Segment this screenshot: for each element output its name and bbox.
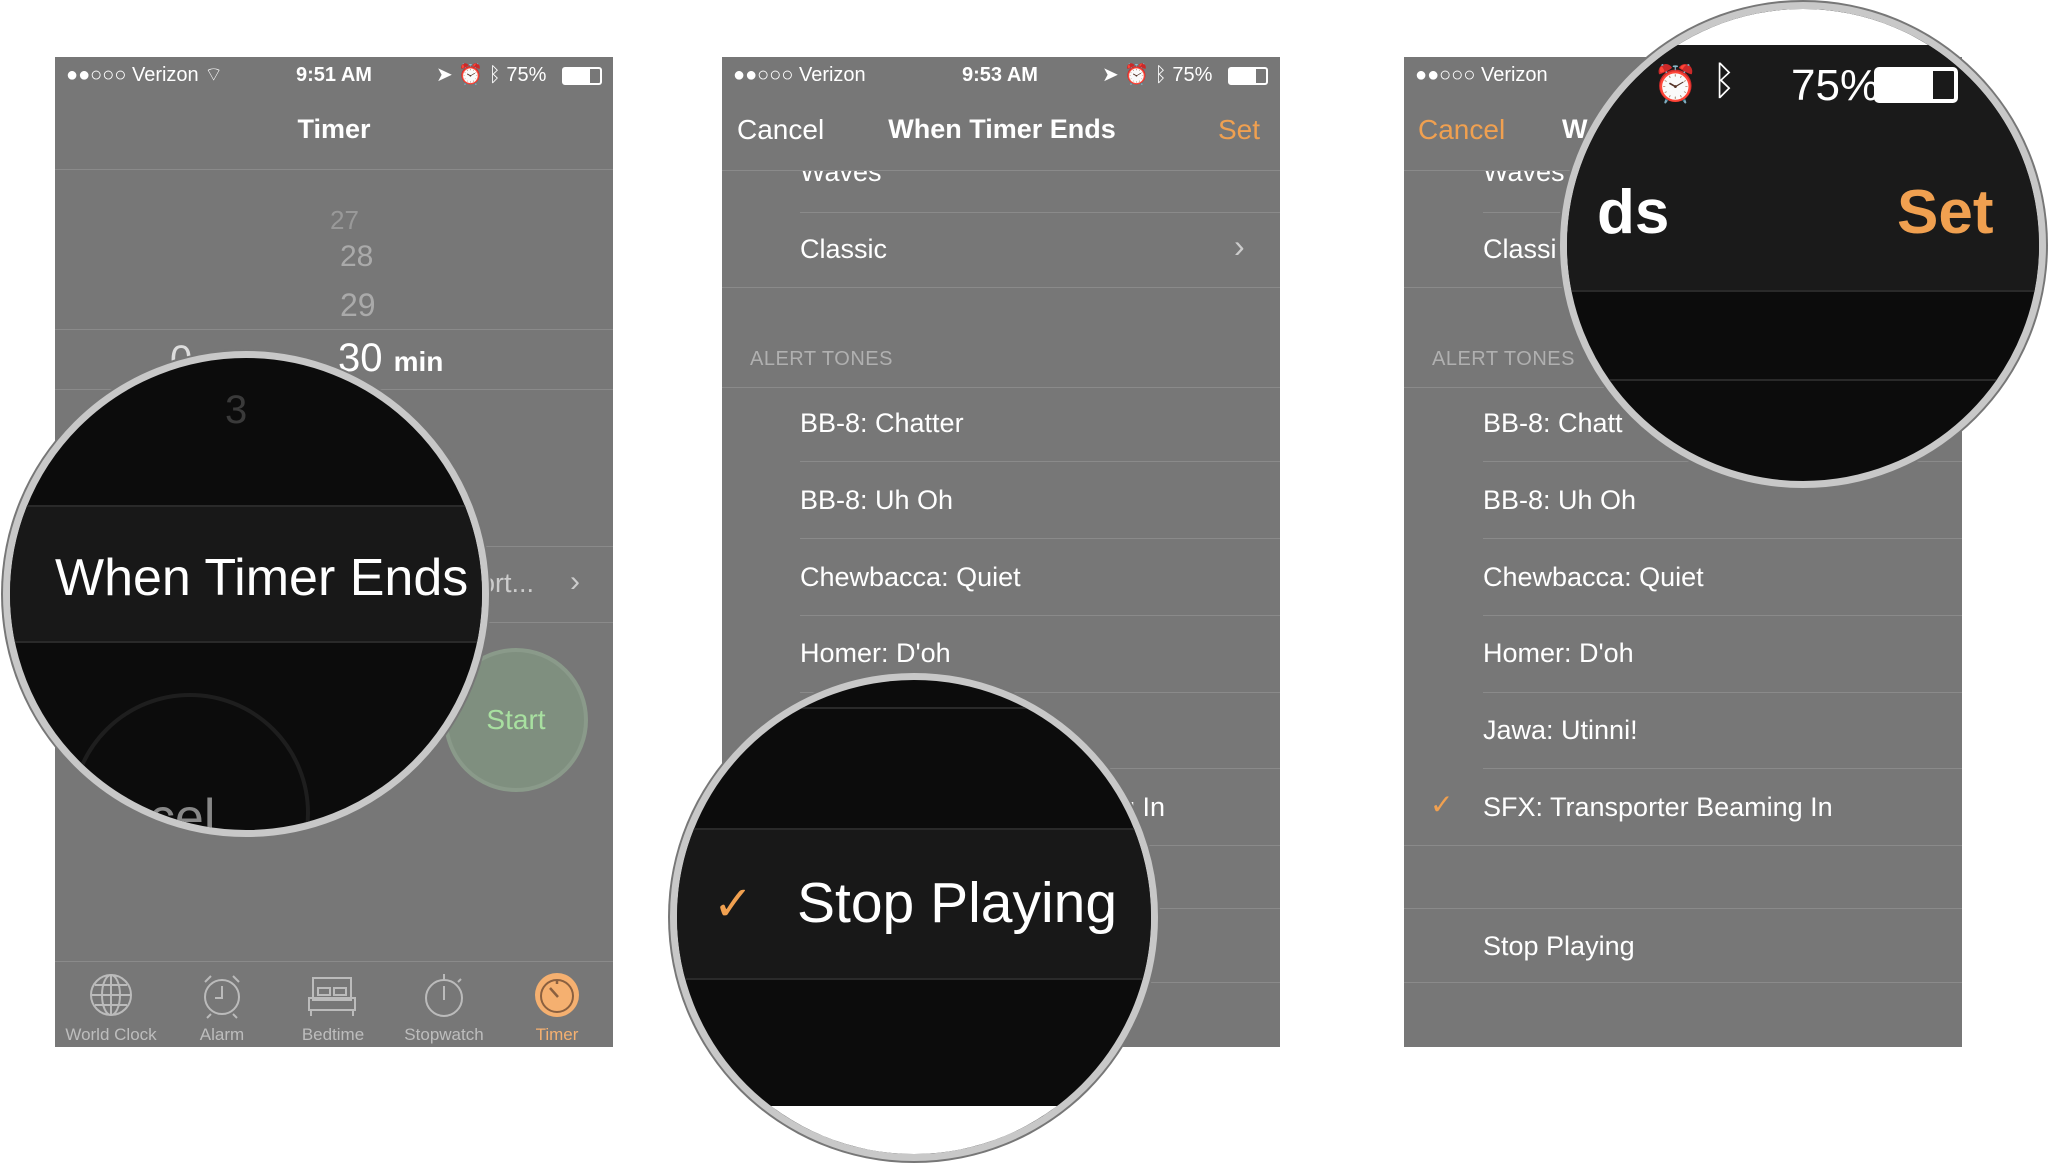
chevron-right-icon: ›: [570, 565, 580, 598]
list-item[interactable]: Chewbacca: Quiet: [800, 560, 1021, 594]
list-item[interactable]: Chewbacca: Quiet: [1483, 560, 1704, 594]
alarm-clock-icon: [204, 975, 240, 1019]
alarm-icon: ⏰: [458, 64, 484, 86]
timer-icon[interactable]: [532, 970, 582, 1020]
alarm-icon: ⏰: [1124, 64, 1150, 86]
tab-world-clock[interactable]: World Clock: [56, 1025, 166, 1045]
bluetooth-icon: ᛒ: [488, 64, 501, 86]
location-icon: ➤: [1102, 64, 1119, 86]
battery-percent: 75%: [1791, 61, 1880, 110]
list-item[interactable]: BB-8: Uh Oh: [800, 483, 953, 517]
bluetooth-icon: ᛒ: [1712, 59, 1736, 103]
picker-minute[interactable]: 27: [330, 205, 359, 236]
chevron-right-icon: ›: [1234, 228, 1245, 264]
globe-icon: [90, 974, 132, 1016]
list-item[interactable]: BB-8: Chatt: [1483, 406, 1623, 440]
page-title: When Timer Ends: [888, 114, 1116, 144]
bluetooth-icon: ᛒ: [1154, 64, 1167, 86]
alarm-icon: ⏰: [1653, 63, 1698, 104]
status-time: 9:51 AM: [296, 64, 372, 86]
list-item[interactable]: BB-8: Uh Oh: [1483, 483, 1636, 517]
stop-playing-option[interactable]: Stop Playing: [797, 870, 1117, 936]
list-item[interactable]: Homer: D'oh: [1483, 636, 1634, 670]
list-item-selected[interactable]: SFX: Transporter Beaming In: [1483, 790, 1833, 824]
checkmark-icon: ✓: [1430, 789, 1454, 820]
list-item[interactable]: Jawa: Utinni!: [1483, 713, 1638, 747]
wifi-icon: ︎⌔: [204, 64, 224, 86]
status-carrier: ●●○○○ Verizon ︎⌔: [66, 64, 224, 86]
bed-icon: [308, 977, 356, 1016]
cancel-button[interactable]: Cancel: [737, 114, 824, 146]
tab-alarm[interactable]: Alarm: [167, 1025, 277, 1045]
cancel-button[interactable]: ncel: [120, 788, 215, 830]
page-title: Timer: [297, 114, 371, 144]
section-header: ALERT TONES: [750, 348, 893, 370]
list-item[interactable]: BB-8: Chatter: [800, 406, 964, 440]
battery-icon: [1874, 67, 1958, 103]
list-item-classic[interactable]: Classic: [800, 232, 887, 266]
location-icon: ➤: [436, 64, 453, 86]
set-button[interactable]: Set: [1218, 114, 1260, 146]
set-button[interactable]: Set: [1897, 177, 1993, 248]
magnifier-set-button: ⏰ ᛒ 75% ds Set: [1560, 2, 2046, 488]
status-right: ➤ ⏰ ᛒ 75%: [436, 64, 547, 86]
section-header: ALERT TONES: [1432, 348, 1575, 370]
magnifier-stop-playing: ✓ Stop Playing: [670, 673, 1158, 1161]
tab-stopwatch[interactable]: Stopwatch: [389, 1025, 499, 1045]
cancel-button[interactable]: Cancel: [1418, 114, 1505, 146]
battery-icon: [1228, 67, 1268, 85]
stopwatch-icon: [425, 974, 463, 1017]
picker-selected-minute[interactable]: 30 min: [338, 336, 443, 381]
picker-minute[interactable]: 29: [340, 287, 376, 324]
tab-timer[interactable]: Timer: [502, 1025, 612, 1045]
list-item-stop-playing[interactable]: Stop Playing: [1483, 929, 1635, 963]
checkmark-icon: ✓: [713, 878, 754, 931]
picker-minute[interactable]: 28: [340, 240, 373, 274]
list-item[interactable]: Homer: D'oh: [800, 636, 951, 670]
list-item-classic[interactable]: Classi: [1483, 232, 1557, 266]
magnifier-when-timer-ends: 3 When Timer Ends ncel: [3, 351, 489, 837]
tab-bedtime[interactable]: Bedtime: [278, 1025, 388, 1045]
battery-icon: [562, 67, 602, 85]
when-timer-ends-label[interactable]: When Timer Ends: [55, 548, 468, 608]
